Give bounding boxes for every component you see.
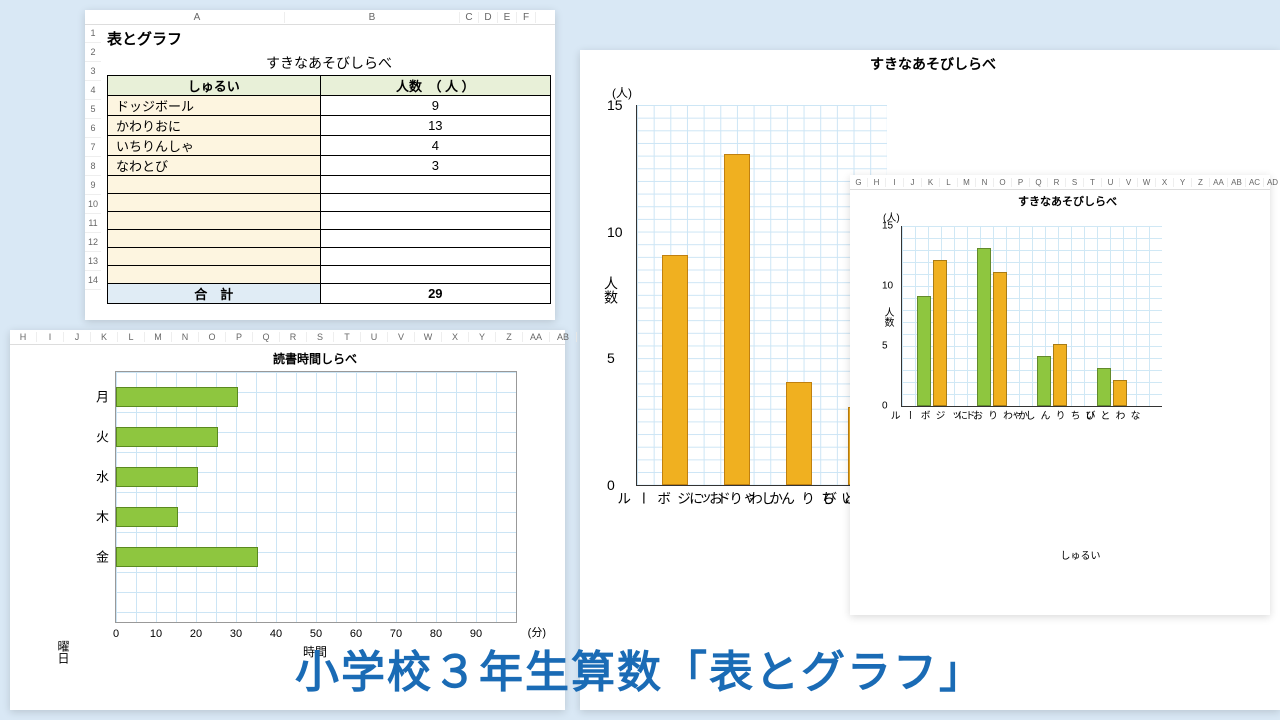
y-unit: (人): [883, 209, 1260, 224]
table-row: なわとび3: [108, 156, 551, 176]
table-row: [108, 248, 551, 266]
chart-title: 読書時間しらべ: [105, 350, 525, 367]
col-header-count: 人数 （ 人 ）: [320, 76, 550, 96]
y-axis-title: 人数: [601, 276, 621, 304]
y-unit: (人): [612, 84, 1270, 101]
row-headers: 1234567891011121314: [85, 24, 101, 290]
total-row: 合 計29: [108, 284, 551, 304]
data-table: しゅるい人数 （ 人 ） ドッジボール9 かわりおに13 いちりんしゃ4 なわと…: [107, 75, 551, 304]
table-row: [108, 194, 551, 212]
col-headers: HIJKLMNOPQRSTUVWXYZAAABACAD: [10, 330, 565, 345]
table-spreadsheet: ABCDEF 1234567891011121314 表とグラフ すきなあそびし…: [85, 10, 555, 320]
y-axis-title: 人数: [880, 307, 895, 327]
table-row: [108, 176, 551, 194]
page-title: 小学校３年生算数「表とグラフ」: [0, 636, 1280, 700]
multi-series-chart: すきなあそびしらべ (人) 人数 051015ドッジボールかわりおにいちりんしゃ…: [875, 193, 1260, 562]
table-row: いちりんしゃ4: [108, 136, 551, 156]
table-row: [108, 230, 551, 248]
chart-title: すきなあそびしらべ: [596, 54, 1270, 74]
plot-area: (分) 月火水木金0102030405060708090: [115, 371, 517, 623]
reading-time-chart: 読書時間しらべ (分) 月火水木金0102030405060708090 時間: [105, 350, 525, 660]
plot-area: 人数 051015ドッジボールかわりおにいちりんしゃなわとび: [901, 226, 1162, 407]
table-title: すきなあそびしらべ: [107, 51, 551, 75]
table-row: [108, 212, 551, 230]
x-axis-title: しゅるい: [901, 547, 1260, 562]
col-headers: GHIJKLMNOPQRSTUVWXYZAAABACADAEAF: [850, 175, 1270, 190]
col-header-type: しゅるい: [108, 76, 321, 96]
table-row: かわりおに13: [108, 116, 551, 136]
table-row: ドッジボール9: [108, 96, 551, 116]
table-row: [108, 266, 551, 284]
sheet-title: 表とグラフ: [107, 26, 551, 51]
col-headers: ABCDEF: [85, 10, 555, 25]
chart-title: すきなあそびしらべ: [875, 193, 1260, 209]
multi-series-spreadsheet: GHIJKLMNOPQRSTUVWXYZAAABACADAEAF すきなあそびし…: [850, 175, 1270, 615]
